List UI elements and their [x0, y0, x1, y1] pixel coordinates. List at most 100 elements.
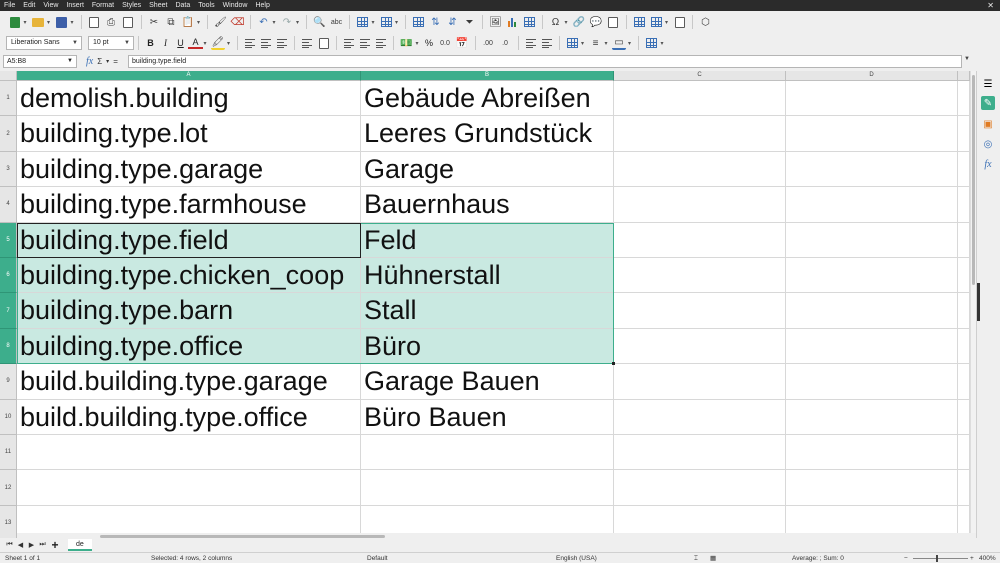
cell-d10[interactable]: [786, 399, 958, 435]
row-icon[interactable]: [356, 15, 370, 29]
cell-d5[interactable]: [786, 222, 958, 258]
formula-equals-icon[interactable]: =: [113, 57, 118, 66]
row-header-2[interactable]: 2: [0, 116, 17, 152]
formula-input[interactable]: building.type.field: [128, 55, 962, 68]
sort-ascending-icon[interactable]: ⇅: [429, 15, 443, 29]
align-middle-icon[interactable]: [360, 38, 370, 48]
export-pdf-icon[interactable]: [87, 15, 101, 29]
cell-a8[interactable]: building.type.office: [17, 328, 361, 365]
cell-a13[interactable]: [17, 505, 361, 533]
show-draw-functions-icon[interactable]: ⬡: [699, 15, 713, 29]
name-box[interactable]: A5:B8 ▼: [3, 55, 77, 68]
zoom-slider-knob[interactable]: [936, 555, 938, 562]
row-dropdown-icon[interactable]: ▾: [370, 15, 376, 29]
cell-b1[interactable]: Gebäude Abreißen: [361, 81, 614, 117]
close-window-icon[interactable]: ✕: [987, 0, 994, 11]
new-document-icon[interactable]: [8, 15, 22, 29]
open-folder-icon[interactable]: [31, 15, 45, 29]
next-sheet-icon[interactable]: ▶: [26, 541, 37, 549]
sort-descending-icon[interactable]: ⇵: [446, 15, 460, 29]
cell-d2[interactable]: [786, 116, 958, 152]
insert-mode-icon[interactable]: ⌶: [694, 554, 698, 563]
selection-mode-icon[interactable]: ▦: [710, 554, 716, 563]
menu-tools[interactable]: Tools: [194, 0, 218, 11]
font-color-button[interactable]: A: [188, 37, 203, 49]
cell-b5[interactable]: Feld: [361, 222, 614, 258]
align-top-icon[interactable]: [344, 38, 354, 48]
expand-formula-icon[interactable]: ▼: [964, 56, 970, 62]
insert-chart-icon[interactable]: [506, 15, 520, 29]
menu-sheet[interactable]: Sheet: [145, 0, 171, 11]
gallery-icon[interactable]: ▣: [981, 117, 995, 131]
sum-status[interactable]: Average: ; Sum: 0: [792, 554, 844, 563]
cell-e8[interactable]: [958, 328, 970, 365]
redo-icon[interactable]: ↷: [280, 15, 294, 29]
split-window-icon[interactable]: [673, 15, 687, 29]
insert-image-icon[interactable]: 🖼: [489, 15, 503, 29]
align-center-icon[interactable]: [261, 38, 271, 48]
cell-c10[interactable]: [614, 399, 786, 435]
cell-d6[interactable]: [786, 258, 958, 294]
cell-a5[interactable]: building.type.field: [17, 222, 361, 258]
autofilter-icon[interactable]: ⏷: [463, 15, 477, 29]
cell-c4[interactable]: [614, 187, 786, 223]
column-header-a[interactable]: A: [17, 71, 361, 81]
border-color-icon[interactable]: ▭: [612, 36, 626, 50]
border-color-dropdown-icon[interactable]: ▾: [627, 36, 633, 50]
cell-e6[interactable]: [958, 258, 970, 294]
cell-b4[interactable]: Bauernhaus: [361, 187, 614, 223]
currency-format-icon[interactable]: 💵: [400, 36, 414, 50]
freeze-icon[interactable]: [412, 15, 426, 29]
menu-insert[interactable]: Insert: [62, 0, 88, 11]
cell-b12[interactable]: [361, 470, 614, 506]
language-status[interactable]: English (USA): [556, 554, 597, 563]
cell-c3[interactable]: [614, 151, 786, 188]
column-header-c[interactable]: C: [614, 71, 786, 81]
align-bottom-icon[interactable]: [376, 38, 386, 48]
paste-icon[interactable]: 📋: [181, 15, 195, 29]
clone-formatting-icon[interactable]: 🖌: [214, 15, 228, 29]
border-style-icon[interactable]: ≡: [589, 36, 603, 50]
menu-format[interactable]: Format: [88, 0, 118, 11]
cell-e4[interactable]: [958, 187, 970, 223]
row-header-11[interactable]: 11: [0, 435, 17, 471]
pivot-table-icon[interactable]: [523, 15, 537, 29]
select-all-corner[interactable]: [0, 71, 17, 81]
date-format-icon[interactable]: 📅: [455, 36, 469, 50]
cell-e11[interactable]: [958, 435, 970, 471]
conditional-format-dropdown-icon[interactable]: ▾: [659, 36, 665, 50]
cell-a12[interactable]: [17, 470, 361, 506]
cell-c11[interactable]: [614, 435, 786, 471]
borders-dropdown-icon[interactable]: ▾: [580, 36, 586, 50]
cell-d12[interactable]: [786, 470, 958, 506]
underline-button[interactable]: U: [173, 38, 188, 48]
row-header-4[interactable]: 4: [0, 187, 17, 223]
zoom-slider[interactable]: [913, 558, 968, 559]
row-header-12[interactable]: 12: [0, 470, 17, 506]
cell-a4[interactable]: building.type.farmhouse: [17, 187, 361, 223]
cell-grid[interactable]: demolish.building Gebäude Abreißen buildin…: [17, 81, 970, 533]
function-wizard-icon[interactable]: fx: [86, 56, 93, 67]
column-header-b[interactable]: B: [361, 71, 614, 81]
row-header-9[interactable]: 9: [0, 364, 17, 400]
cell-d8[interactable]: [786, 328, 958, 365]
vertical-scroll-thumb[interactable]: [972, 75, 975, 285]
special-character-icon[interactable]: Ω: [549, 15, 563, 29]
sum-icon[interactable]: Σ: [97, 57, 102, 66]
font-name-box[interactable]: Liberation Sans ▼: [6, 36, 82, 50]
cell-c8[interactable]: [614, 328, 786, 365]
new-dropdown-icon[interactable]: ▾: [22, 15, 28, 29]
cell-a7[interactable]: building.type.barn: [17, 293, 361, 329]
cell-a6[interactable]: building.type.chicken_coop: [17, 258, 361, 294]
bold-button[interactable]: B: [143, 38, 158, 48]
undo-icon[interactable]: ↶: [257, 15, 271, 29]
menu-edit[interactable]: Edit: [19, 0, 39, 11]
cell-e10[interactable]: [958, 399, 970, 435]
cell-e9[interactable]: [958, 364, 970, 400]
decrease-indent-icon[interactable]: [541, 38, 552, 48]
cut-icon[interactable]: ✂: [147, 15, 161, 29]
cell-b2[interactable]: Leeres Grundstück: [361, 116, 614, 152]
align-left-icon[interactable]: [245, 38, 255, 48]
navigator-icon[interactable]: ◎: [981, 137, 995, 151]
cell-e2[interactable]: [958, 116, 970, 152]
